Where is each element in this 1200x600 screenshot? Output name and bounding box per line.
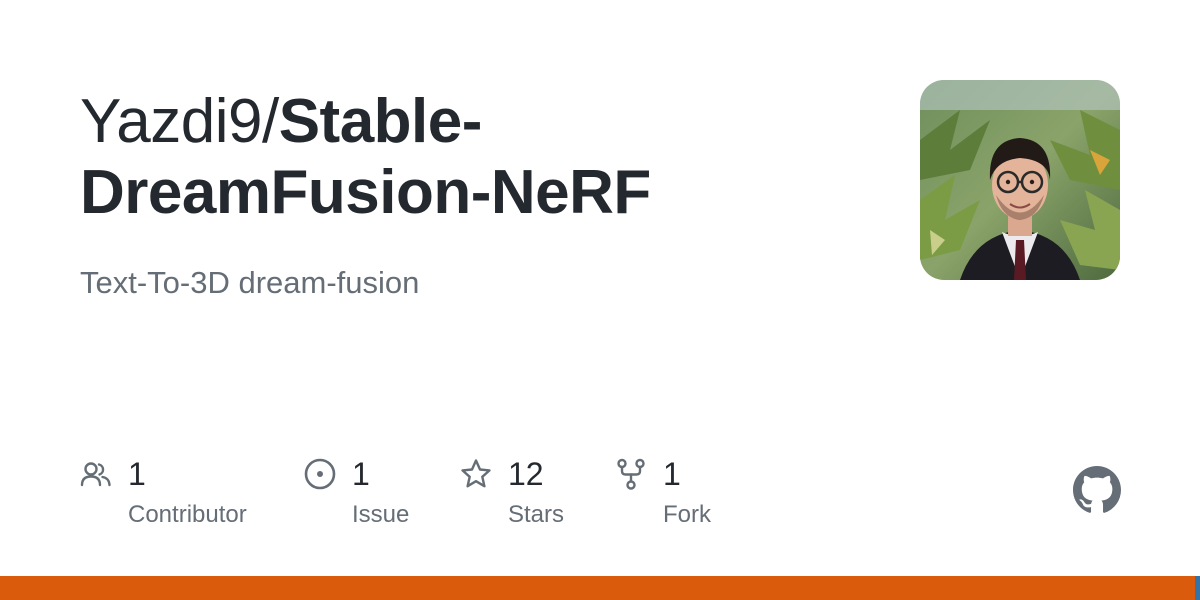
repo-owner[interactable]: Yazdi9/ bbox=[80, 87, 279, 156]
contributors-count: 1 bbox=[128, 456, 146, 492]
issues-label: Issue bbox=[352, 501, 410, 528]
star-icon bbox=[461, 459, 491, 488]
owner-avatar[interactable] bbox=[920, 80, 1120, 280]
repo-description: Text-To-3D dream-fusion bbox=[80, 265, 420, 300]
forks-count: 1 bbox=[663, 456, 681, 492]
avatar-photo bbox=[920, 80, 1120, 280]
people-icon bbox=[80, 462, 111, 487]
repo-social-card: Yazdi9/Stable- DreamFusion-NeRF Text-To-… bbox=[0, 0, 1200, 600]
fork-icon bbox=[617, 458, 645, 490]
language-bar bbox=[0, 576, 1200, 600]
repo-name-part-1[interactable]: Stable- bbox=[279, 87, 483, 156]
issues-count: 1 bbox=[352, 456, 370, 492]
github-logo-icon[interactable] bbox=[1073, 466, 1121, 514]
stars-label: Stars bbox=[508, 501, 565, 528]
stars-count: 12 bbox=[508, 456, 544, 492]
repo-name-part-2[interactable]: DreamFusion-NeRF bbox=[80, 158, 651, 227]
forks-label: Fork bbox=[663, 501, 711, 528]
contributors-label: Contributor bbox=[128, 501, 247, 528]
issue-icon bbox=[304, 458, 336, 490]
language-bar-segment-1 bbox=[1195, 576, 1200, 600]
language-bar-segment-0 bbox=[0, 576, 1196, 600]
repo-title[interactable]: Yazdi9/Stable- DreamFusion-NeRF bbox=[80, 86, 720, 228]
